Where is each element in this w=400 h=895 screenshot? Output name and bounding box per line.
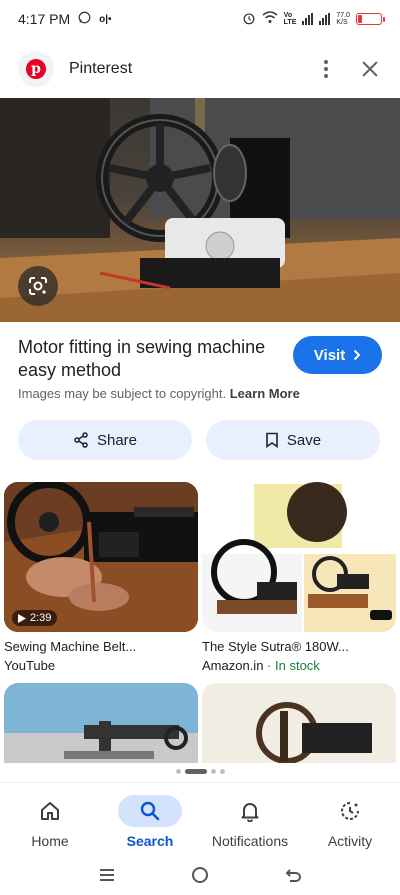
related-result-card[interactable] <box>202 683 396 763</box>
video-duration-badge: 2:39 <box>12 610 58 626</box>
video-duration: 2:39 <box>30 612 52 624</box>
related-thumbnail <box>4 683 198 763</box>
related-title: The Style Sutra® 180W... <box>202 639 349 654</box>
save-label: Save <box>286 431 322 449</box>
bottom-navigation: Home Search Notifications Activity <box>0 782 400 854</box>
signal-icon-2 <box>319 13 331 25</box>
related-source: YouTube <box>4 658 56 673</box>
copyright-text: Images may be subject to copyright. <box>18 386 227 401</box>
related-source: Amazon.in · In stock <box>202 658 396 673</box>
back-icon[interactable] <box>284 867 302 883</box>
more-options-icon[interactable] <box>316 60 336 78</box>
related-title: Sewing Machine Belt... <box>4 639 137 654</box>
pager-dot-active <box>184 769 207 774</box>
sewing-machine-image <box>0 98 400 322</box>
visit-button[interactable]: Visit <box>293 336 382 374</box>
pager-dot <box>210 769 216 774</box>
close-icon[interactable] <box>358 57 382 81</box>
app-notification-icon: o|• <box>99 13 112 25</box>
pager-dot <box>175 769 181 774</box>
volte-label: Vo LTE <box>283 12 297 26</box>
status-bar: 4:17 PM o|• Vo LTE 77.0 K/S <box>0 0 400 38</box>
pager-dot <box>219 769 225 774</box>
share-icon <box>74 432 88 448</box>
nav-label: Search <box>126 833 174 849</box>
related-result-card[interactable]: The Style Sutra® 180W... Amazon.in · In … <box>202 482 396 673</box>
carousel-indicator <box>0 769 400 774</box>
main-result-image[interactable] <box>0 98 400 322</box>
system-navigation-bar <box>0 858 400 892</box>
recent-apps-icon[interactable] <box>98 868 116 882</box>
save-button[interactable]: Save <box>206 420 380 460</box>
search-icon <box>140 801 160 821</box>
related-thumbnail: 2:39 <box>4 482 198 632</box>
lens-icon <box>29 277 47 295</box>
chevron-right-icon <box>353 349 361 361</box>
stock-status: · In stock <box>267 658 320 673</box>
related-thumbnail <box>202 683 396 763</box>
related-result-card[interactable]: 2:39 Sewing Machine Belt... YouTube <box>4 482 198 673</box>
related-thumbnail <box>202 482 396 632</box>
related-source-name: Amazon.in <box>202 658 264 673</box>
share-button[interactable]: Share <box>18 420 192 460</box>
visit-label: Visit <box>313 346 346 364</box>
nav-label: Activity <box>327 833 373 849</box>
alarm-icon <box>242 11 256 28</box>
home-button-icon[interactable] <box>191 866 209 884</box>
nav-activity[interactable]: Activity <box>300 783 400 854</box>
home-icon <box>41 802 59 820</box>
battery-icon <box>356 13 385 25</box>
share-label: Share <box>96 431 138 449</box>
source-name: Pinterest <box>69 60 133 77</box>
network-speed: 77.0 K/S <box>336 12 350 26</box>
nav-label: Home <box>31 833 69 849</box>
nav-home[interactable]: Home <box>0 783 100 854</box>
bell-icon <box>241 803 259 822</box>
wifi-icon <box>262 11 278 27</box>
whatsapp-icon <box>78 11 91 27</box>
copyright-notice: Images may be subject to copyright. Lear… <box>18 386 300 401</box>
play-icon <box>18 613 26 623</box>
learn-more-link[interactable]: Learn More <box>230 386 300 401</box>
result-title[interactable]: Motor fitting in sewing machine easy met… <box>18 336 278 382</box>
status-time: 4:17 PM <box>18 11 71 27</box>
nav-label: Notifications <box>211 833 289 849</box>
google-lens-button[interactable] <box>18 266 58 306</box>
signal-icon <box>302 13 314 25</box>
nav-notifications[interactable]: Notifications <box>200 783 300 854</box>
pinterest-logo-icon: p <box>18 51 54 87</box>
related-result-card[interactable] <box>4 683 198 763</box>
source-header: p Pinterest <box>0 44 400 94</box>
activity-icon <box>341 802 359 820</box>
nav-search[interactable]: Search <box>100 783 200 854</box>
bookmark-icon <box>266 432 278 448</box>
